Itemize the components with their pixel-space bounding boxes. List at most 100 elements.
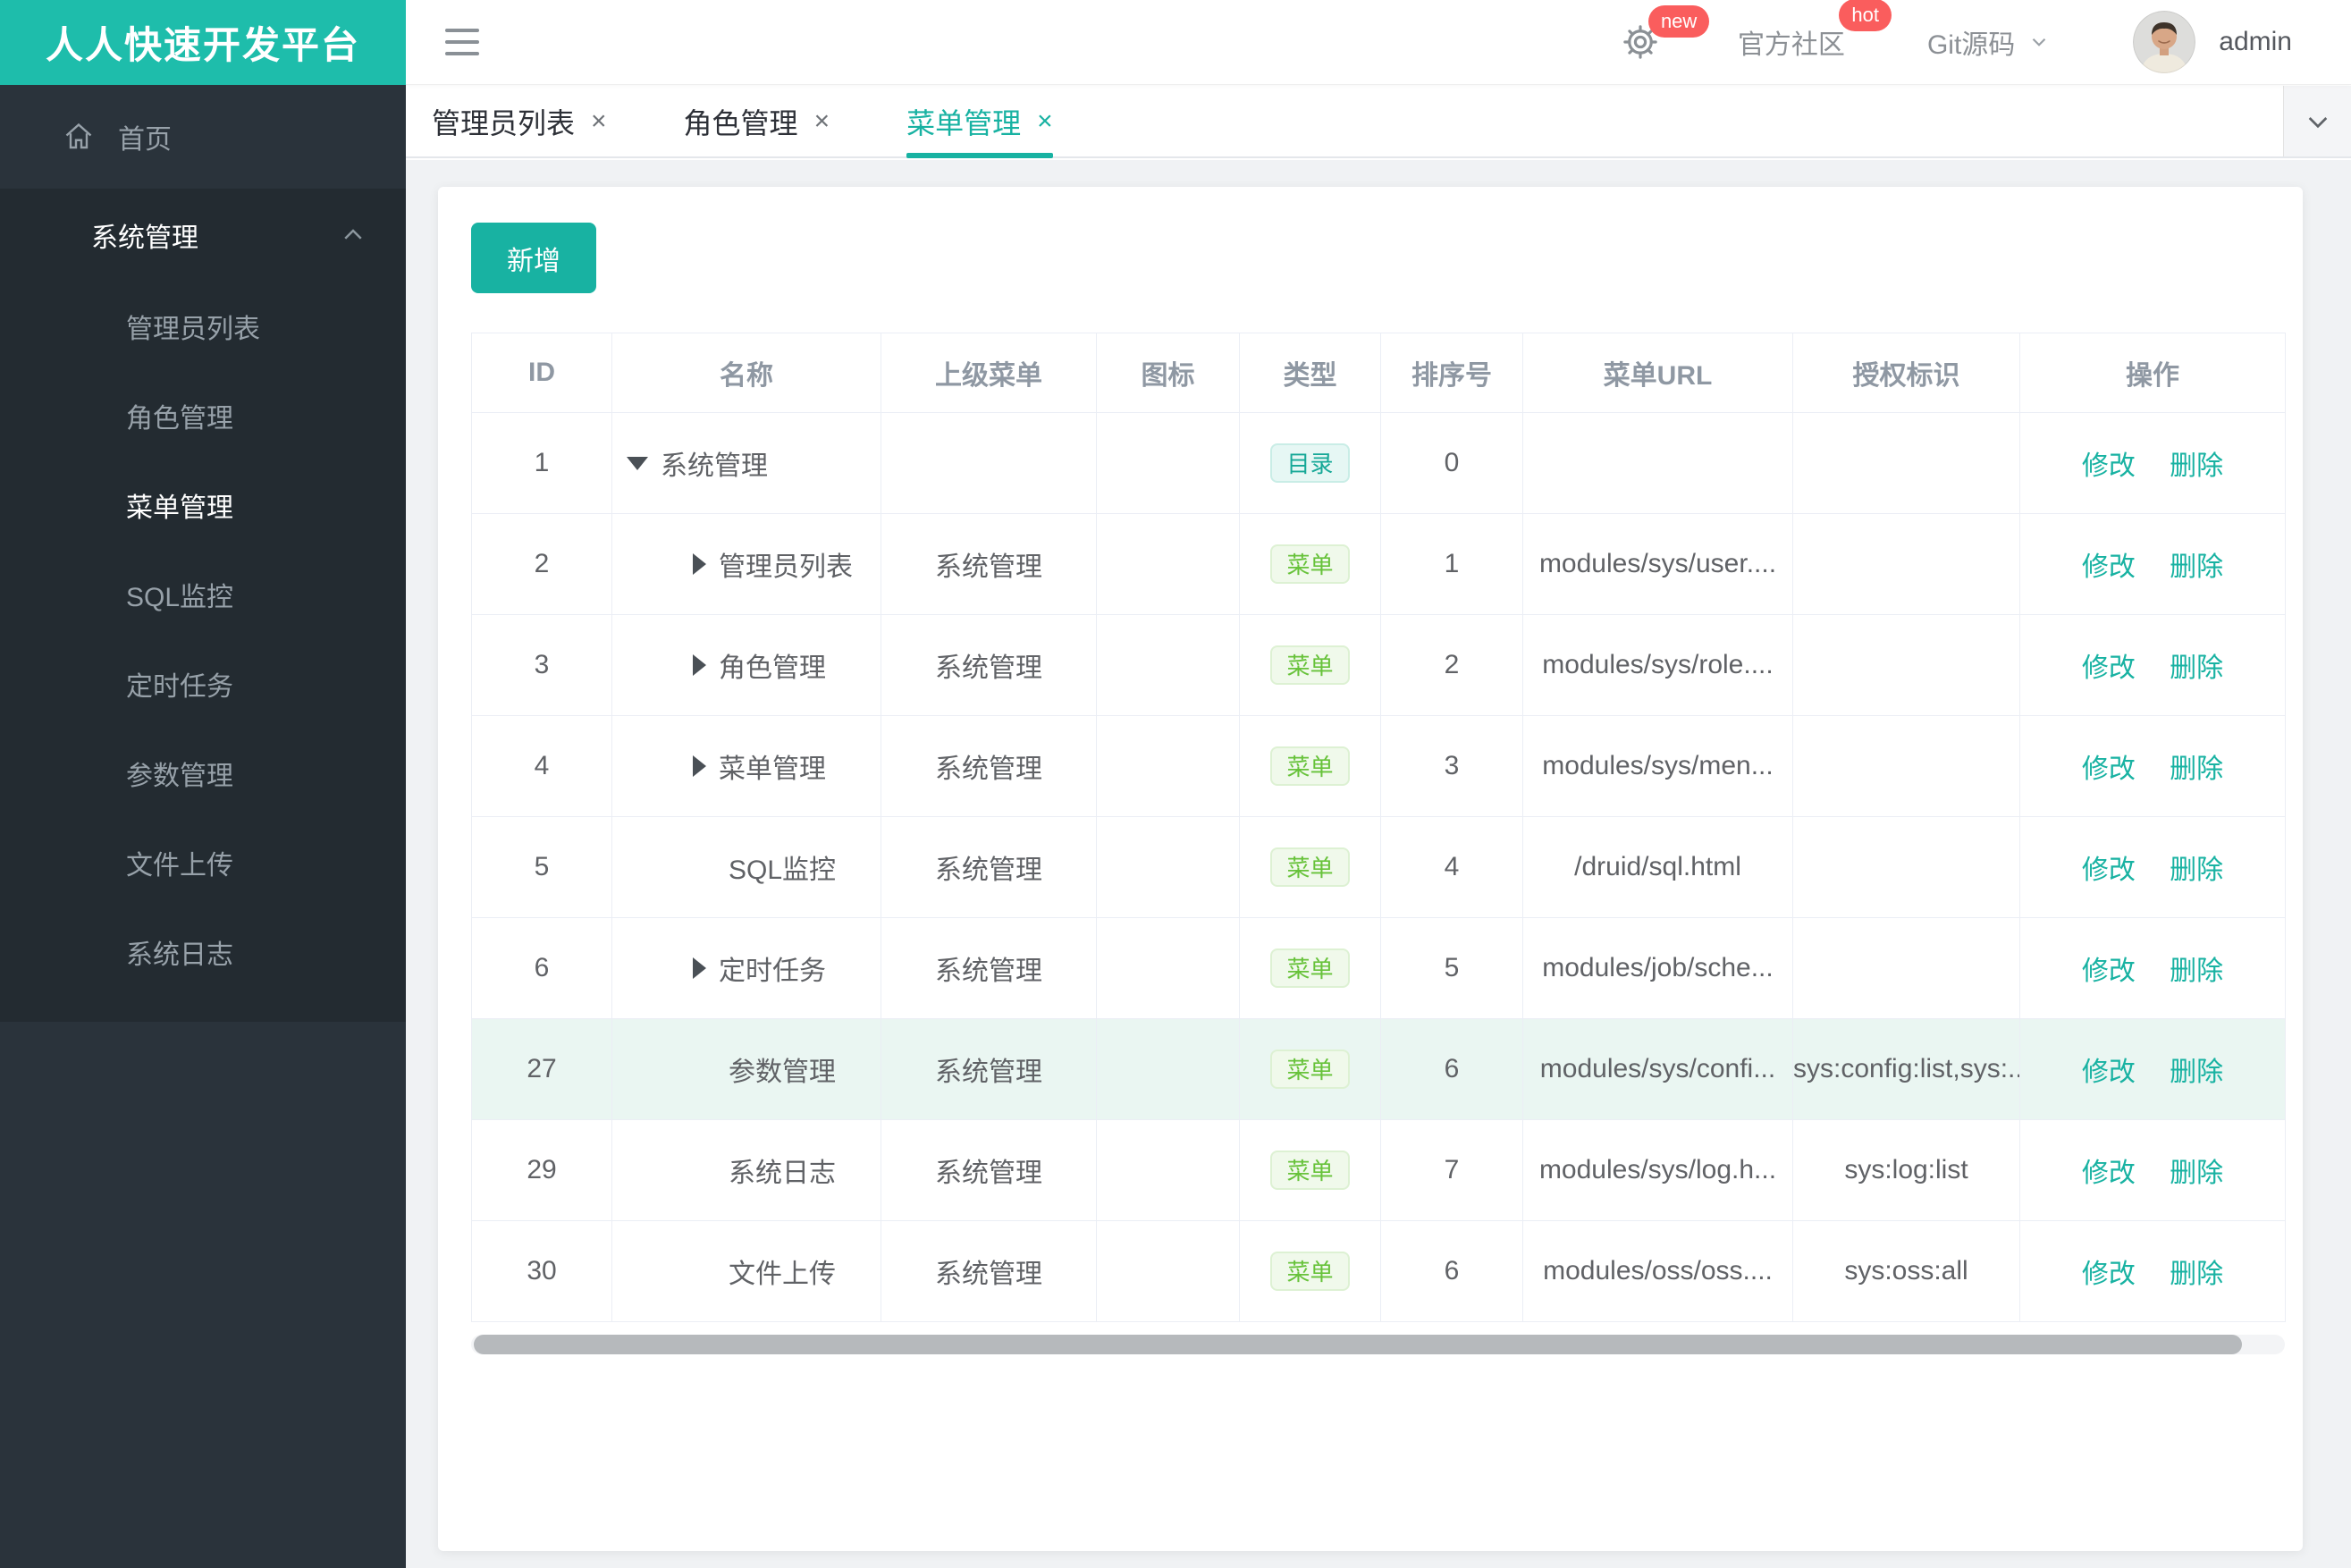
- cell-actions: 修改 删除: [2019, 614, 2286, 716]
- username[interactable]: admin: [2219, 27, 2292, 57]
- delete-link[interactable]: 删除: [2170, 856, 2223, 885]
- settings-button[interactable]: new: [1622, 5, 1710, 61]
- cell-perms: [1792, 816, 2020, 918]
- sidebar-subitem-label: 参数管理: [126, 762, 233, 791]
- sidebar-subitem[interactable]: 系统日志: [0, 907, 406, 997]
- topbar: new 官方社区 hot Git源码 admin: [406, 0, 2351, 85]
- delete-link[interactable]: 删除: [2170, 1260, 2223, 1289]
- cell-parent: 系统管理: [881, 513, 1097, 615]
- type-tag: 目录: [1270, 443, 1350, 483]
- sidebar-subitem[interactable]: 角色管理: [0, 371, 406, 460]
- menu-name: 定时任务: [719, 957, 826, 986]
- cell-icon: [1096, 614, 1240, 716]
- tree-toggle-icon[interactable]: [693, 957, 706, 979]
- sidebar-subitem-label: 系统日志: [126, 940, 233, 970]
- edit-link[interactable]: 修改: [2082, 451, 2136, 481]
- tree-toggle-icon[interactable]: [627, 456, 648, 470]
- tab-list-dropdown-button[interactable]: [2283, 86, 2351, 156]
- tab-close-icon[interactable]: ×: [814, 106, 830, 137]
- tree-toggle-icon[interactable]: [693, 553, 706, 575]
- cell-perms: sys:log:list: [1792, 1119, 2020, 1221]
- tab[interactable]: 角色管理 ×: [684, 86, 830, 156]
- cell-id: 1: [471, 412, 612, 514]
- tab-close-icon[interactable]: ×: [591, 106, 607, 137]
- cell-sort: 4: [1380, 816, 1523, 918]
- edit-link[interactable]: 修改: [2082, 653, 2136, 683]
- cell-type: 菜单: [1239, 715, 1381, 817]
- edit-link[interactable]: 修改: [2082, 754, 2136, 784]
- delete-link[interactable]: 删除: [2170, 552, 2223, 582]
- horizontal-scrollbar-track[interactable]: [471, 1335, 2285, 1354]
- type-tag: 菜单: [1270, 746, 1350, 786]
- cell-url: modules/sys/men...: [1522, 715, 1793, 817]
- edit-link[interactable]: 修改: [2082, 856, 2136, 885]
- delete-link[interactable]: 删除: [2170, 451, 2223, 481]
- menu-name: SQL监控: [729, 856, 837, 885]
- edit-link[interactable]: 修改: [2082, 552, 2136, 582]
- cell-type: 菜单: [1239, 1119, 1381, 1221]
- cell-url: [1522, 412, 1793, 514]
- delete-link[interactable]: 删除: [2170, 754, 2223, 784]
- table-row: 29 系统日志 系统管理 菜单 7 modules/sys/log.h... s…: [471, 1119, 2286, 1221]
- add-button[interactable]: 新增: [471, 223, 596, 293]
- sidebar-subitem[interactable]: 参数管理: [0, 729, 406, 818]
- type-tag: 菜单: [1270, 1252, 1350, 1291]
- horizontal-scrollbar-thumb[interactable]: [474, 1335, 2242, 1354]
- delete-link[interactable]: 删除: [2170, 1058, 2223, 1087]
- type-tag: 菜单: [1270, 544, 1350, 584]
- cell-id: 2: [471, 513, 612, 615]
- edit-link[interactable]: 修改: [2082, 1159, 2136, 1188]
- tab-list: 管理员列表 × 角色管理 × 菜单管理 ×: [432, 86, 1130, 158]
- cell-name: 管理员列表: [611, 513, 881, 615]
- col-header-actions: 操作: [2019, 333, 2286, 413]
- sidebar-subitem[interactable]: SQL监控: [0, 550, 406, 639]
- sidebar-group-label: 系统管理: [91, 223, 198, 253]
- tab-label: 管理员列表: [432, 106, 576, 139]
- cell-sort: 6: [1380, 1220, 1523, 1322]
- cell-icon: [1096, 412, 1240, 514]
- delete-link[interactable]: 删除: [2170, 653, 2223, 683]
- new-badge: new: [1647, 5, 1710, 38]
- tab-label: 角色管理: [683, 106, 798, 139]
- cell-name: 文件上传: [611, 1220, 881, 1322]
- sidebar-subitem-label: 定时任务: [126, 672, 233, 702]
- edit-link[interactable]: 修改: [2082, 1058, 2136, 1087]
- delete-link[interactable]: 删除: [2170, 1159, 2223, 1188]
- community-link[interactable]: 官方社区 hot: [1738, 0, 1892, 62]
- cell-perms: [1792, 614, 2020, 716]
- tree-toggle-icon[interactable]: [693, 654, 706, 676]
- table-row: 2 管理员列表 系统管理 菜单 1 modules/sys/user.... 修…: [471, 513, 2286, 615]
- edit-link[interactable]: 修改: [2082, 1260, 2136, 1289]
- menu-name: 文件上传: [729, 1260, 836, 1289]
- cell-actions: 修改 删除: [2019, 412, 2286, 514]
- sidebar-subitem[interactable]: 文件上传: [0, 818, 406, 907]
- menu-name: 参数管理: [729, 1058, 836, 1087]
- user-avatar[interactable]: [2133, 11, 2196, 73]
- cell-url: modules/oss/oss....: [1522, 1220, 1793, 1322]
- cell-url: modules/sys/log.h...: [1522, 1119, 1793, 1221]
- tree-toggle-icon[interactable]: [693, 755, 706, 777]
- sidebar-toggle-icon[interactable]: [445, 29, 479, 55]
- app-title: 人人快速开发平台: [45, 24, 360, 66]
- sidebar-subitem[interactable]: 菜单管理: [0, 460, 406, 550]
- sidebar-item-home[interactable]: 首页: [0, 85, 406, 189]
- chevron-up-icon: [344, 229, 362, 240]
- tab[interactable]: 管理员列表 ×: [432, 86, 607, 156]
- tab[interactable]: 菜单管理 ×: [906, 86, 1053, 158]
- tab-close-icon[interactable]: ×: [1037, 106, 1053, 137]
- col-header-url: 菜单URL: [1522, 333, 1793, 413]
- col-header-sort: 排序号: [1380, 333, 1523, 413]
- cell-id: 27: [471, 1018, 612, 1120]
- cell-name: 定时任务: [611, 917, 881, 1019]
- edit-link[interactable]: 修改: [2082, 957, 2136, 986]
- sidebar-subitem[interactable]: 定时任务: [0, 639, 406, 729]
- cell-type: 菜单: [1239, 816, 1381, 918]
- table-header-row: ID 名称 上级菜单 图标 类型 排序号 菜单URL 授权标识 操作: [471, 333, 2286, 413]
- cell-url: modules/sys/confi...: [1522, 1018, 1793, 1120]
- sidebar-subitem[interactable]: 管理员列表: [0, 282, 406, 371]
- git-source-link[interactable]: Git源码: [1927, 22, 2051, 62]
- sidebar-subitem-label: SQL监控: [126, 583, 234, 612]
- sidebar-group-title[interactable]: 系统管理: [0, 189, 406, 282]
- cell-parent: 系统管理: [881, 1220, 1097, 1322]
- delete-link[interactable]: 删除: [2170, 957, 2223, 986]
